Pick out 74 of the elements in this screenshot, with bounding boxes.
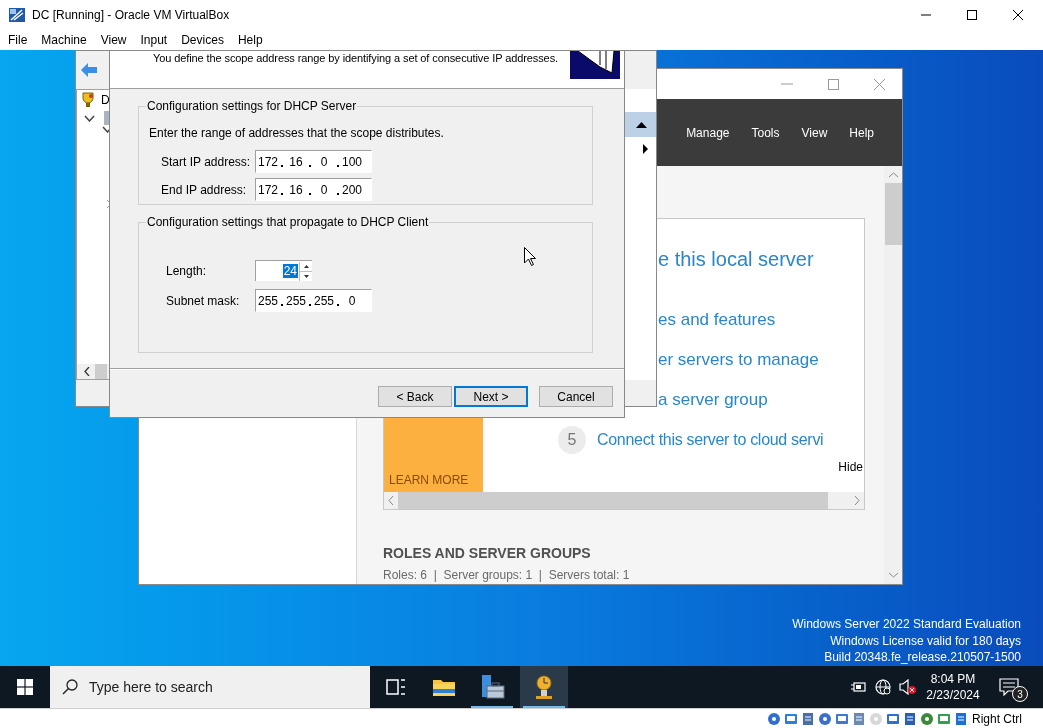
globe-icon[interactable] <box>875 679 891 695</box>
server-toolbox-icon <box>479 674 505 700</box>
speaker-muted-icon[interactable] <box>899 679 917 695</box>
taskbar-app[interactable] <box>520 666 568 708</box>
menu-item[interactable]: Manage <box>686 123 730 142</box>
dialog-button[interactable]: Cancel <box>539 386 613 407</box>
vertical-scrollbar[interactable] <box>884 166 902 584</box>
mouse-pointer-icon <box>524 247 536 266</box>
hint-text: Enter the range of addresses that the scope distributes. <box>149 125 445 142</box>
task-view-icon <box>386 678 406 696</box>
field-label: Subnet mask: <box>166 292 241 310</box>
power-plug-icon[interactable] <box>851 680 867 694</box>
learn-more-link[interactable]: LEARN MORE <box>389 471 483 489</box>
arrow-down-icon[interactable] <box>888 572 898 578</box>
spin-down-icon[interactable] <box>303 274 309 278</box>
task-link[interactable]: a server group <box>658 387 768 413</box>
windows-logo-icon <box>17 679 33 695</box>
task-link[interactable]: es and features <box>658 307 776 333</box>
notification-icon[interactable] <box>999 678 1019 696</box>
dialog-button[interactable]: Next > <box>454 386 528 407</box>
menu-item[interactable]: Help <box>230 31 270 49</box>
spin-up-icon[interactable] <box>303 264 309 268</box>
arrow-up-icon[interactable] <box>888 172 898 178</box>
host-key-label: Right Ctrl <box>972 710 1022 728</box>
chevron-down-icon[interactable] <box>84 114 95 122</box>
trophy-icon <box>80 92 96 108</box>
scrollbar-thumb[interactable] <box>884 183 902 245</box>
virtualbox-icon <box>8 6 26 24</box>
notification-count: 3 <box>1012 686 1028 702</box>
welcome-heading: e this local server <box>658 247 815 272</box>
search-icon <box>62 679 78 695</box>
menu-item[interactable]: View <box>93 31 134 49</box>
expand-arrow-icon[interactable] <box>643 144 648 154</box>
folder-icon <box>432 677 456 697</box>
field-label: End IP address: <box>161 181 248 199</box>
group-title: Configuration settings that propagate to DHCP Client <box>146 214 430 231</box>
roles-summary: Roles: 6 | Server groups: 1 | Servers total: 1 <box>383 567 631 584</box>
maximize-icon <box>827 78 839 90</box>
section-title: ROLES AND SERVER GROUPS <box>383 544 592 563</box>
task-link[interactable]: er servers to manage <box>658 347 819 373</box>
field-label: Length: <box>166 262 208 280</box>
length-spinner[interactable]: 24 <box>255 260 312 281</box>
task-link[interactable]: Connect this server to cloud servi <box>597 428 824 452</box>
maximize-icon <box>967 10 977 20</box>
scrollbar-thumb[interactable] <box>95 364 107 379</box>
step-number: 5 <box>558 426 586 454</box>
hide-link[interactable]: Hide <box>838 459 863 475</box>
clock[interactable]: 8:04 PM 2/23/2024 <box>923 666 983 708</box>
menu-item[interactable]: Help <box>849 123 874 142</box>
description-text: You define the scope address range by identifying a set of consecutive IP addresses. <box>153 51 558 65</box>
close-icon <box>1013 10 1023 20</box>
tree-item[interactable]: D <box>101 91 110 109</box>
menu-item[interactable]: File <box>1 31 35 49</box>
arrow-right-icon[interactable] <box>854 496 860 505</box>
ip-address-field[interactable]: 172 16 0 200 <box>255 178 372 201</box>
window-title: DC [Running] - Oracle VM VirtualBox <box>32 7 230 24</box>
edition-text: Windows Server 2022 Standard Evaluation <box>792 616 1021 633</box>
search-field[interactable]: Type here to search <box>50 666 370 708</box>
field-label: Start IP address: <box>161 153 252 171</box>
ip-address-field[interactable]: 172 16 0 100 <box>255 150 372 173</box>
group-title: Configuration settings for DHCP Server <box>146 98 358 115</box>
back-arrow-icon[interactable] <box>81 63 98 77</box>
menu-item[interactable]: Devices <box>174 31 231 49</box>
ip-address-field[interactable]: 255 255 255 0 <box>255 289 372 312</box>
menu-item[interactable]: Tools <box>751 123 780 142</box>
arrow-left-icon[interactable] <box>84 367 90 376</box>
menu-item[interactable]: Input <box>133 31 175 49</box>
edition-text: Windows License valid for 180 days <box>830 632 1021 649</box>
menu-item[interactable]: View <box>801 123 828 142</box>
dialog-button[interactable]: < Back <box>378 386 452 407</box>
menu-item[interactable]: Machine <box>34 31 94 49</box>
close-icon <box>873 78 885 90</box>
collapse-arrow-icon[interactable] <box>636 121 647 128</box>
edition-text: Build 20348.fe_release.210507-1500 <box>824 649 1021 666</box>
